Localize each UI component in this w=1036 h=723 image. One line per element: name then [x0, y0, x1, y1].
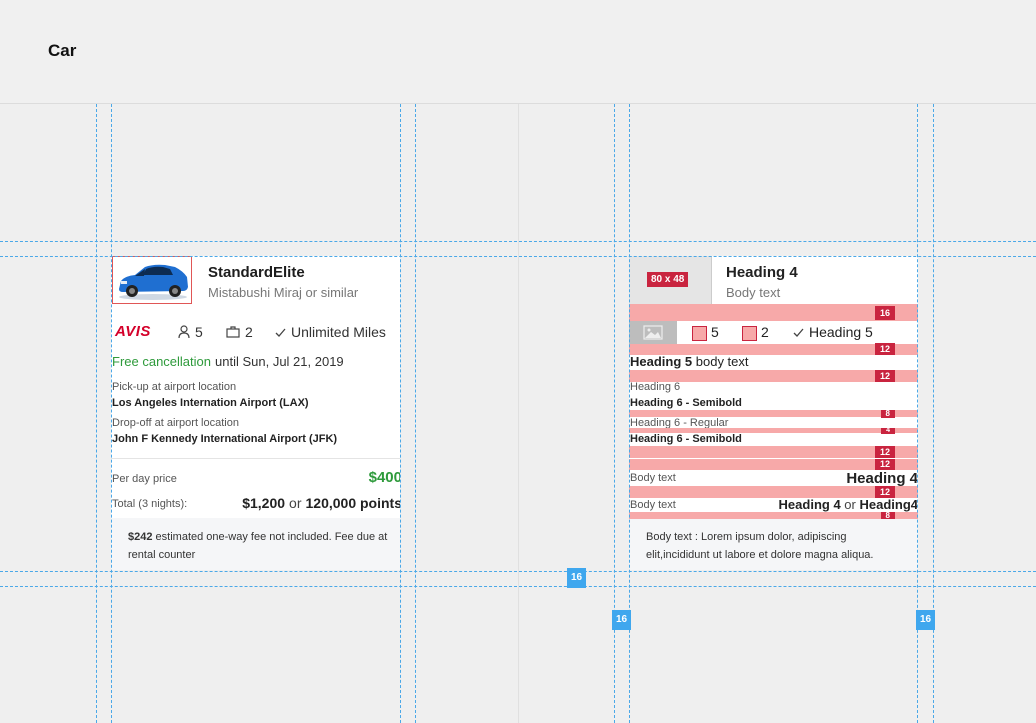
- car-subtitle: Mistabushi Miraj or similar: [208, 285, 359, 300]
- spec-row1-label: Body text: [630, 472, 676, 484]
- car-illustration-icon: [119, 264, 188, 300]
- logo-placeholder: [629, 321, 677, 344]
- spec-h5-rest: body text: [695, 354, 749, 369]
- spec-lorem-box: Body text : Lorem ipsum dolor, adipiscin…: [629, 519, 918, 570]
- spec-heading5: Heading 5: [793, 324, 873, 341]
- person-icon: [692, 325, 707, 341]
- page-header: Car: [0, 0, 1036, 104]
- grid-guide: [614, 104, 615, 723]
- spec-card: 80 x 48 Heading 4 Body text 16 5 2 Headi…: [629, 256, 918, 570]
- per-day-label: Per day price: [112, 473, 177, 485]
- spacing-badge: 16: [874, 306, 895, 320]
- spec-heading6-semibold-2: Heading 6 - Semibold: [630, 433, 742, 445]
- column-divider: [518, 104, 519, 723]
- spec-heading6-semibold: Heading 6 - Semibold: [630, 397, 742, 409]
- bag-count-value: 2: [245, 324, 253, 340]
- spacing-band: 16: [629, 304, 918, 321]
- total-points: 120,000 points: [305, 495, 401, 511]
- suitcase-icon: [742, 325, 757, 341]
- spec-row2-or: or: [844, 497, 856, 512]
- fee-notice: $242 estimated one-way fee not included.…: [111, 518, 400, 570]
- divider: [111, 458, 400, 459]
- image-size-label: 80 x 48: [647, 272, 689, 287]
- mileage-value: Unlimited Miles: [291, 324, 386, 340]
- spec-passenger: 5: [692, 324, 719, 341]
- total-label: Total (3 nights):: [112, 498, 188, 510]
- total-price: $1,200 or 120,000 points: [242, 495, 400, 511]
- spacing-badge: 12: [874, 446, 895, 458]
- image-icon: [643, 325, 663, 340]
- pickup-location: Los Angeles Internation Airport (LAX): [112, 397, 309, 409]
- spacing-badge: 4: [881, 427, 895, 434]
- cancellation-info: Free cancellation until Sun, Jul 21, 2019: [112, 354, 344, 369]
- spec-lorem-text: Body text : Lorem ipsum dolor, adipiscin…: [646, 531, 874, 561]
- spacing-band: 8: [629, 512, 918, 520]
- spec-heading4: Heading 4: [726, 264, 798, 281]
- or-separator: or: [289, 495, 302, 511]
- pickup-label: Pick-up at airport location: [112, 381, 237, 393]
- fee-amount: $242: [128, 531, 153, 543]
- spec-heading5-value: Heading 5: [809, 324, 873, 340]
- dropoff-label: Drop-off at airport location: [112, 417, 239, 429]
- dropoff-location: John F Kennedy International Airport (JF…: [112, 433, 338, 445]
- page-title: Car: [48, 41, 77, 60]
- free-cancellation: Free cancellation: [112, 354, 211, 369]
- spec-h5-body: Heading 5 body text: [630, 354, 749, 369]
- car-image: [112, 256, 192, 304]
- spec-row2-b: Heading4: [859, 497, 918, 512]
- car-name: StandardElite: [208, 264, 305, 281]
- spacing-badge: 12: [874, 459, 895, 470]
- passenger-count-value: 5: [195, 324, 203, 340]
- spacing-badge: 12: [874, 370, 895, 382]
- spacing-badge-left: 16: [612, 610, 631, 630]
- grid-guide: [400, 104, 401, 723]
- check-icon: [275, 325, 286, 341]
- spec-bags: 2: [742, 324, 769, 341]
- mileage: Unlimited Miles: [275, 324, 386, 341]
- spacing-band: 12: [629, 459, 918, 470]
- spec-row1-value: Heading 4: [846, 470, 918, 487]
- spec-heading6: Heading 6: [630, 381, 681, 393]
- person-icon: [178, 325, 190, 342]
- grid-guide: [96, 104, 97, 723]
- spacing-badge: 12: [874, 343, 895, 355]
- spec-passenger-value: 5: [711, 324, 719, 340]
- check-icon: [793, 325, 804, 341]
- grid-guide: [933, 104, 934, 723]
- total-price-amount: $1,200: [242, 495, 286, 511]
- spacing-badge: 8: [880, 410, 895, 418]
- per-day-price: $400: [368, 469, 400, 486]
- passenger-count: 5: [178, 324, 203, 342]
- suitcase-icon: [226, 325, 240, 341]
- grid-guide: [415, 104, 416, 723]
- spec-row2-a: Heading 4: [778, 497, 841, 512]
- bag-count: 2: [226, 324, 253, 341]
- vendor-logo: AVIS: [115, 323, 151, 340]
- spec-row2-value: Heading 4 or Heading4: [779, 497, 918, 512]
- spacing-band: 8: [629, 410, 918, 418]
- fee-description: estimated one-way fee not included. Fee …: [128, 531, 388, 561]
- car-card[interactable]: StandardElite Mistabushi Miraj or simila…: [111, 256, 400, 570]
- spacing-badge-bottom: 16: [567, 568, 586, 588]
- spec-row2-label: Body text: [630, 499, 676, 511]
- spec-h5-head: Heading 5: [630, 354, 693, 369]
- spacing-band: 12: [629, 446, 918, 458]
- image-placeholder: 80 x 48: [629, 256, 712, 304]
- spec-bags-value: 2: [761, 324, 769, 340]
- spec-body-text: Body text: [726, 285, 781, 300]
- cancellation-deadline: until Sun, Jul 21, 2019: [215, 354, 344, 369]
- spacing-badge-right: 16: [916, 610, 935, 630]
- fee-text: $242 estimated one-way fee not included.…: [128, 528, 390, 564]
